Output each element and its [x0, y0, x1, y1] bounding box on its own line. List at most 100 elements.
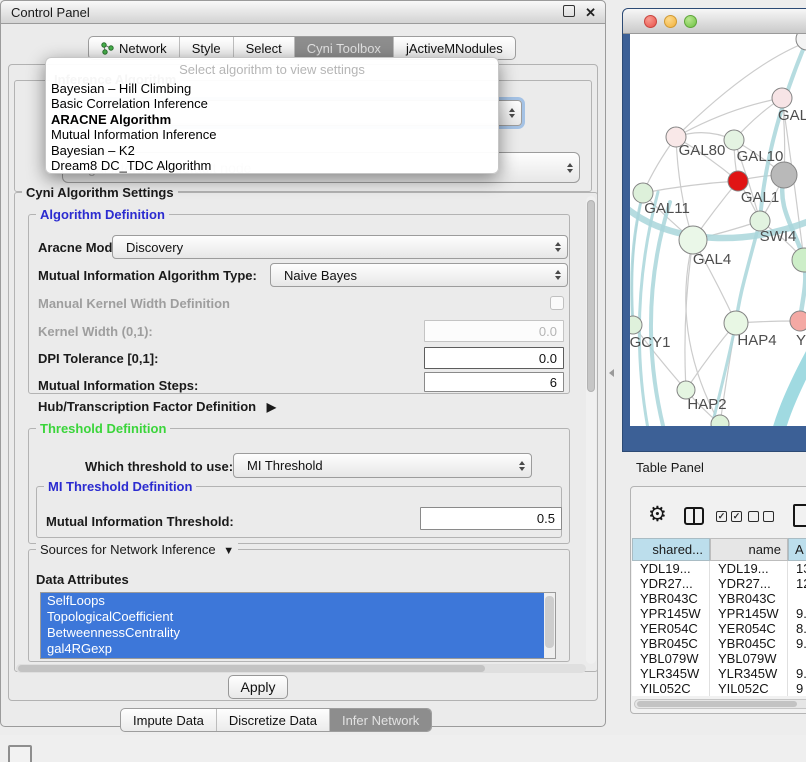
select-all-checkboxes-icon[interactable]: ✓ ✓ [716, 511, 742, 522]
close-traffic-light[interactable] [644, 15, 657, 28]
settings-horizontal-scrollbar[interactable] [16, 664, 586, 673]
mi-type-label: Mutual Information Algorithm Type: [38, 268, 257, 283]
attribute-item[interactable]: BetweennessCentrality [41, 625, 544, 641]
dropdown-prompt: Select algorithm to view settings [46, 58, 498, 81]
attribute-item[interactable]: TopologicalCoefficient [41, 609, 544, 625]
float-icon [563, 5, 575, 17]
mi-threshold-label: Mutual Information Threshold: [46, 514, 234, 529]
scrollbar-thumb[interactable] [18, 665, 485, 672]
attribute-item[interactable]: gal4RGexp [41, 641, 544, 659]
aracne-mode-select[interactable]: Discovery [112, 235, 568, 259]
algorithm-option[interactable]: Bayesian – Hill Climbing [46, 81, 498, 96]
column-header-shared-name[interactable]: shared... [632, 538, 710, 561]
scrollbar-thumb[interactable] [545, 596, 554, 648]
network-node[interactable] [792, 248, 806, 272]
scrollbar-thumb[interactable] [637, 701, 797, 707]
threshold-definition-title: Threshold Definition [36, 421, 170, 436]
manual-kernel-checkbox[interactable] [550, 296, 564, 310]
columns-icon[interactable] [684, 507, 704, 525]
tab-jactivemnodules[interactable]: jActiveMNodules [393, 37, 515, 59]
algorithm-option[interactable]: Basic Correlation Inference [46, 96, 498, 111]
bottom-tabs: Impute Data Discretize Data Infer Networ… [120, 708, 432, 732]
close-icon: ✕ [585, 5, 596, 20]
docked-panel-icon[interactable] [8, 745, 32, 762]
deselect-all-checkboxes-icon[interactable] [748, 511, 774, 522]
tab-infer-network-label: Infer Network [342, 713, 419, 728]
table-row[interactable]: YBR045CYBR045C9. [632, 636, 806, 651]
gear-icon[interactable]: ⚙ [648, 504, 667, 526]
table-row[interactable]: YPR145WYPR145W9. [632, 606, 806, 621]
mi-threshold-input[interactable] [420, 507, 562, 530]
manual-kernel-label: Manual Kernel Width Definition [38, 296, 230, 311]
node-table[interactable]: YDL19...YDL19...13 YDR27...YDR27...12 YB… [632, 561, 806, 696]
network-node[interactable] [724, 130, 744, 150]
which-threshold-value: MI Threshold [247, 458, 323, 473]
table-row[interactable]: YBR043CYBR043C [632, 591, 806, 606]
document-icon[interactable] [793, 504, 806, 527]
table-row[interactable]: YDR27...YDR27...12 [632, 576, 806, 591]
node-label: GAL11 [644, 200, 690, 217]
settings-vertical-scrollbar[interactable] [586, 196, 596, 664]
algorithm-option-selected[interactable]: ARACNE Algorithm [46, 112, 498, 127]
minimize-traffic-light[interactable] [664, 15, 677, 28]
column-header-name[interactable]: name [710, 538, 788, 561]
node-label: HAP4 [737, 332, 776, 349]
float-button[interactable] [563, 5, 575, 17]
tab-network[interactable]: Network [89, 37, 179, 59]
tab-select[interactable]: Select [233, 37, 294, 59]
mi-steps-input[interactable] [424, 372, 564, 392]
checked-box-icon: ✓ [731, 511, 742, 522]
network-node[interactable] [772, 88, 792, 108]
network-node[interactable] [796, 34, 806, 50]
zoom-traffic-light[interactable] [684, 15, 697, 28]
network-node[interactable] [790, 311, 806, 331]
mi-type-select[interactable]: Naive Bayes [270, 263, 568, 287]
sources-toggle[interactable]: Sources for Network Inference ▼ [36, 542, 238, 557]
scrollbar-thumb[interactable] [587, 200, 595, 392]
apply-button[interactable]: Apply [228, 675, 288, 699]
node-label: SWI4 [760, 228, 797, 245]
dpi-tolerance-input[interactable] [424, 347, 564, 369]
network-node[interactable] [679, 226, 707, 254]
mi-type-value: Naive Bayes [284, 268, 357, 283]
algorithm-option[interactable]: Mutual Information Inference [46, 127, 498, 142]
kernel-width-input[interactable] [424, 320, 564, 342]
table-row[interactable]: YLR345WYLR345W9. [632, 666, 806, 681]
kernel-width-label: Kernel Width (0,1): [38, 324, 153, 339]
table-row[interactable]: YIL052CYIL052C9 [632, 681, 806, 696]
hub-definition-toggle[interactable]: Hub/Transcription Factor Definition ▶ [38, 399, 276, 414]
table-row[interactable]: YDL19...YDL19...13 [632, 561, 806, 576]
network-node[interactable] [771, 162, 797, 188]
tab-impute-data[interactable]: Impute Data [121, 709, 216, 731]
table-horizontal-scrollbar[interactable] [634, 699, 806, 709]
data-attributes-label: Data Attributes [36, 572, 129, 587]
tab-infer-network[interactable]: Infer Network [329, 709, 431, 731]
stepper-icon [509, 108, 515, 118]
algorithm-option[interactable]: Bayesian – K2 [46, 143, 498, 158]
network-canvas[interactable]: GAL GAL80 GAL10 GAL1 GAL11 SWI4 GAL4 GCY… [630, 34, 806, 426]
tab-style[interactable]: Style [179, 37, 233, 59]
tab-discretize-data[interactable]: Discretize Data [216, 709, 329, 731]
attribute-item[interactable]: SelfLoops [41, 593, 544, 609]
network-node[interactable] [728, 171, 748, 191]
algorithm-option[interactable]: Dream8 DC_TDC Algorithm [46, 158, 498, 173]
stepper-icon [567, 163, 573, 173]
node-label: Y [796, 332, 806, 349]
table-row[interactable]: YBL079WYBL079W [632, 651, 806, 666]
node-label: GAL4 [693, 251, 731, 268]
stepper-icon [555, 270, 561, 280]
data-attributes-list[interactable]: SelfLoops TopologicalCoefficient Between… [40, 592, 556, 659]
panel-splitter-arrow[interactable] [609, 369, 614, 377]
tab-jactivemnodules-label: jActiveMNodules [406, 41, 503, 56]
tab-cyni-toolbox[interactable]: Cyni Toolbox [294, 37, 393, 59]
close-button[interactable]: ✕ [585, 5, 596, 20]
which-threshold-select[interactable]: MI Threshold [233, 453, 532, 478]
table-row[interactable]: YER054CYER054C8. [632, 621, 806, 636]
column-header-label: shared... [652, 542, 703, 557]
stepper-icon [555, 242, 561, 252]
node-label: GCY1 [630, 334, 670, 351]
tab-select-label: Select [246, 41, 282, 56]
column-header-third[interactable]: A [788, 538, 806, 561]
attribute-list-scrollbar[interactable] [544, 593, 555, 658]
dpi-tolerance-label: DPI Tolerance [0,1]: [38, 351, 158, 366]
